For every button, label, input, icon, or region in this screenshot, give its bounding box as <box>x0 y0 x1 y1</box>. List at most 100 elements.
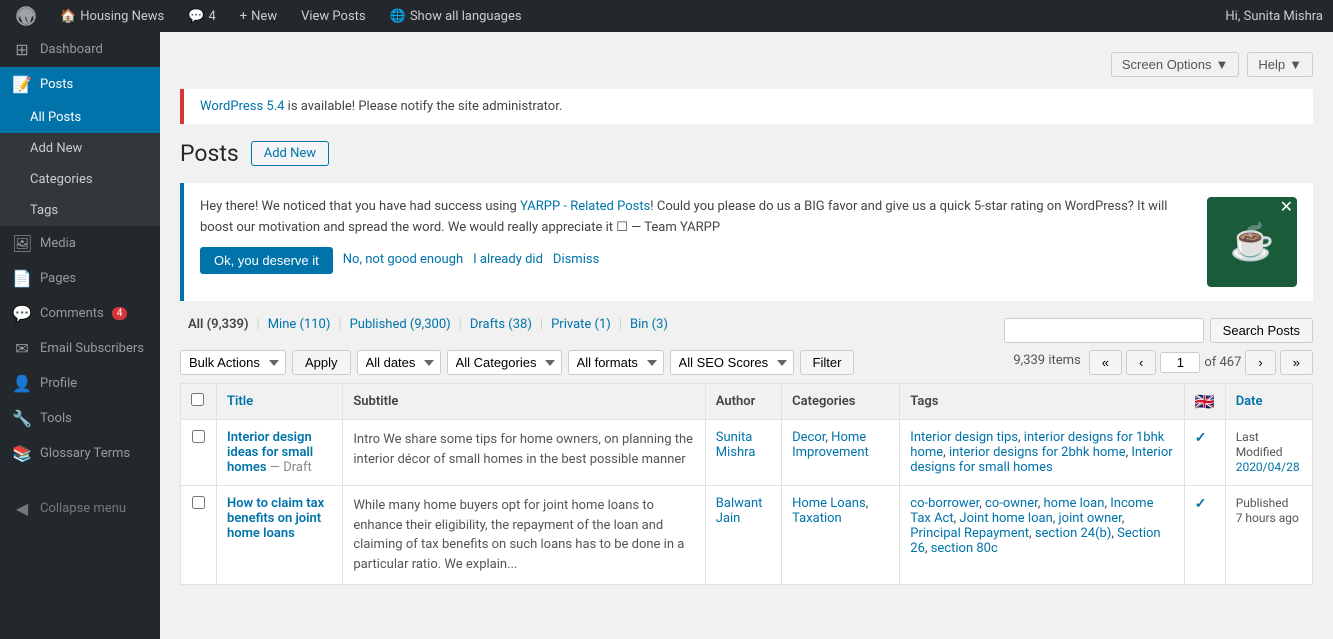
sidebar-item-dashboard[interactable]: ⊞ Dashboard <box>0 32 160 67</box>
collapse-icon: ◀ <box>12 499 32 518</box>
posts-table: Title Subtitle Author Categories Tags 🇬🇧… <box>180 383 1313 585</box>
status-link-bin[interactable]: Bin (3) <box>622 317 676 332</box>
column-categories: Categories <box>782 384 900 420</box>
status-link-drafts[interactable]: Drafts (38) <box>462 317 540 332</box>
sidebar-item-glossary[interactable]: 📚 Glossary Terms <box>0 436 160 471</box>
adminbar-languages[interactable]: 🌐 Show all languages <box>384 0 528 32</box>
sidebar-item-tags[interactable]: Tags <box>0 195 160 226</box>
tag-link[interactable]: Interior design tips <box>910 430 1018 445</box>
tag-link[interactable]: Principal Repayment <box>910 526 1029 541</box>
yarpp-already-did-button[interactable]: I already did <box>473 250 543 271</box>
pagination-prev[interactable]: ‹ <box>1126 350 1156 375</box>
sidebar-item-pages[interactable]: 📄 Pages <box>0 261 160 296</box>
tag-link[interactable]: joint owner <box>1059 511 1122 526</box>
yarpp-text: Hey there! We noticed that you have had … <box>200 197 1191 274</box>
sidebar-item-media[interactable]: 🖼 Media <box>0 226 160 261</box>
status-link-private[interactable]: Private (1) <box>543 317 619 332</box>
search-posts-button[interactable]: Search Posts <box>1210 318 1313 343</box>
adminbar-new[interactable]: + New <box>234 0 283 32</box>
row-title-cell: Interior design ideas for small homes — … <box>217 420 343 486</box>
sidebar-item-comments[interactable]: 💬 Comments 4 <box>0 296 160 331</box>
sidebar-collapse-menu[interactable]: ◀ Collapse menu <box>0 491 160 526</box>
date-type: Last Modified <box>1236 430 1283 459</box>
sidebar-item-posts[interactable]: 📝 Posts <box>0 67 160 102</box>
sidebar-item-all-posts[interactable]: All Posts <box>0 102 160 133</box>
tag-link[interactable]: interior designs for 2bhk home <box>949 445 1126 460</box>
comments-badge: 4 <box>112 307 128 320</box>
tag-link[interactable]: Joint home loan <box>959 511 1052 526</box>
column-checkbox <box>181 384 217 420</box>
yarpp-ok-button[interactable]: Ok, you deserve it <box>200 247 333 274</box>
post-author-link[interactable]: Balwant Jain <box>716 496 763 526</box>
tag-link[interactable]: section 24(b) <box>1035 526 1112 541</box>
yarpp-notice: Hey there! We noticed that you have had … <box>180 183 1313 301</box>
row-categories-cell: Decor, Home Improvement <box>782 420 900 486</box>
items-count: 9,339 items <box>1013 353 1080 368</box>
sidebar-item-categories[interactable]: Categories <box>0 164 160 195</box>
status-link-mine[interactable]: Mine (110) <box>260 317 339 332</box>
pagination-last[interactable]: » <box>1280 350 1313 375</box>
select-all-checkbox[interactable] <box>191 393 204 406</box>
yarpp-link[interactable]: YARPP - Related Posts <box>520 199 650 214</box>
date-link[interactable]: 2020/04/28 <box>1236 460 1300 474</box>
sidebar-item-email-subscribers[interactable]: ✉ Email Subscribers <box>0 331 160 366</box>
pagination-input[interactable] <box>1160 352 1200 373</box>
yarpp-close-icon[interactable]: ✕ <box>1280 199 1293 215</box>
row-checkbox[interactable] <box>192 496 205 509</box>
search-posts-input[interactable] <box>1004 318 1204 343</box>
tag-link[interactable]: co-owner <box>985 496 1038 511</box>
wordpress-update-notice: WordPress 5.4 is available! Please notif… <box>180 89 1313 124</box>
title-sort[interactable]: Title <box>227 394 253 409</box>
formats-filter[interactable]: All formats <box>568 350 664 375</box>
date-type: Published <box>1236 496 1289 510</box>
add-new-button[interactable]: Add New <box>251 141 329 166</box>
sidebar-item-profile[interactable]: 👤 Profile <box>0 366 160 401</box>
yarpp-image: ✕ ☕ <box>1207 197 1297 287</box>
flag-checkmark: ✓ <box>1195 430 1207 446</box>
status-link-published[interactable]: Published (9,300) <box>342 317 459 332</box>
adminbar-comments[interactable]: 💬 4 <box>182 0 222 32</box>
sidebar-item-tools[interactable]: 🔧 Tools <box>0 401 160 436</box>
row-subtitle-cell: Intro We share some tips for home owners… <box>343 420 705 486</box>
categories-filter[interactable]: All Categories <box>447 350 562 375</box>
adminbar-site-name[interactable]: 🏠 Housing News <box>54 0 170 32</box>
dates-filter[interactable]: All dates <box>357 350 441 375</box>
help-chevron: ▼ <box>1289 57 1302 72</box>
category-link[interactable]: Decor <box>792 430 825 445</box>
adminbar-view-posts[interactable]: View Posts <box>295 0 372 32</box>
adminbar-wp-logo[interactable] <box>10 0 42 32</box>
filter-button[interactable]: Filter <box>800 350 855 375</box>
pagination-first[interactable]: « <box>1089 350 1122 375</box>
post-title-link[interactable]: How to claim tax benefits on joint home … <box>227 496 324 541</box>
table-row: How to claim tax benefits on joint home … <box>181 486 1313 585</box>
help-button[interactable]: Help ▼ <box>1247 52 1313 77</box>
yarpp-no-button[interactable]: No, not good enough <box>343 250 463 271</box>
seo-scores-filter[interactable]: All SEO Scores <box>670 350 794 375</box>
category-link[interactable]: Taxation <box>792 511 842 526</box>
wp-update-link[interactable]: WordPress 5.4 <box>200 99 284 114</box>
post-author-link[interactable]: Sunita Mishra <box>716 430 756 460</box>
tag-link[interactable]: co-borrower <box>910 496 979 511</box>
date-sort[interactable]: Date <box>1236 394 1263 409</box>
apply-button[interactable]: Apply <box>292 350 351 375</box>
status-link-all[interactable]: All (9,339) <box>180 317 257 332</box>
column-tags: Tags <box>900 384 1184 420</box>
admin-bar: 🏠 Housing News 💬 4 + New View Posts 🌐 Sh… <box>0 0 1333 32</box>
screen-options-button[interactable]: Screen Options ▼ <box>1111 52 1239 77</box>
tag-link[interactable]: home loan <box>1044 496 1105 511</box>
column-flag: 🇬🇧 <box>1184 384 1225 420</box>
yarpp-dismiss-button[interactable]: Dismiss <box>553 250 599 271</box>
posts-icon: 📝 <box>12 75 32 94</box>
tag-link[interactable]: section 80c <box>931 541 998 556</box>
row-subtitle-cell: While many home buyers opt for joint hom… <box>343 486 705 585</box>
column-title: Title <box>217 384 343 420</box>
bulk-actions-select[interactable]: Bulk Actions <box>180 350 286 375</box>
pages-icon: 📄 <box>12 269 32 288</box>
row-checkbox[interactable] <box>192 430 205 443</box>
screen-options-chevron: ▼ <box>1216 57 1229 72</box>
row-author-cell: Balwant Jain <box>705 486 781 585</box>
sidebar-item-add-new[interactable]: Add New <box>0 133 160 164</box>
category-link[interactable]: Home Loans <box>792 496 866 511</box>
row-categories-cell: Home Loans, Taxation <box>782 486 900 585</box>
pagination-next[interactable]: › <box>1245 350 1275 375</box>
